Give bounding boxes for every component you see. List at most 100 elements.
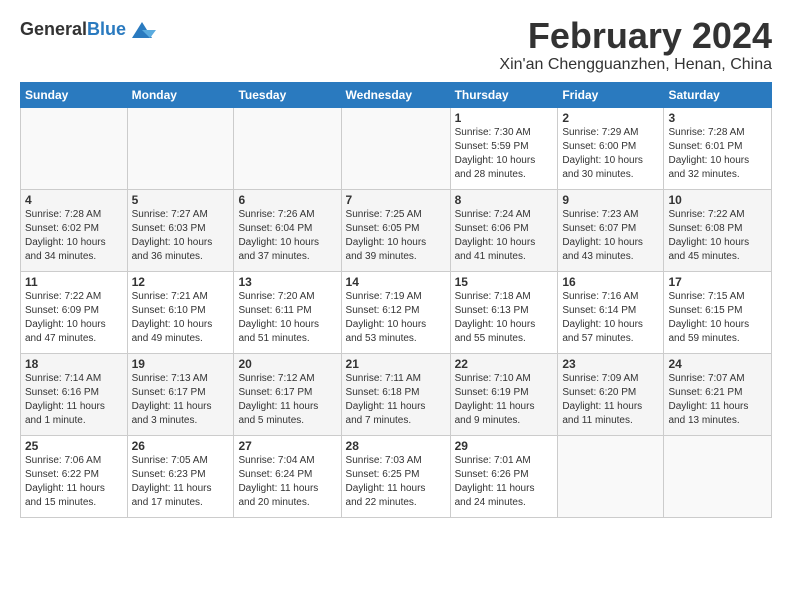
calendar-cell: 14Sunrise: 7:19 AMSunset: 6:12 PMDayligh… (341, 271, 450, 353)
weekday-header-thursday: Thursday (450, 82, 558, 107)
calendar-cell: 4Sunrise: 7:28 AMSunset: 6:02 PMDaylight… (21, 189, 128, 271)
calendar-cell: 23Sunrise: 7:09 AMSunset: 6:20 PMDayligh… (558, 353, 664, 435)
header: GeneralBlue February 2024 Xin'an Chenggu… (20, 16, 772, 74)
calendar-cell: 5Sunrise: 7:27 AMSunset: 6:03 PMDaylight… (127, 189, 234, 271)
day-number: 16 (562, 275, 659, 289)
calendar-cell: 15Sunrise: 7:18 AMSunset: 6:13 PMDayligh… (450, 271, 558, 353)
day-info: Sunrise: 7:20 AMSunset: 6:11 PMDaylight:… (238, 290, 336, 346)
weekday-header-saturday: Saturday (664, 82, 772, 107)
calendar-cell: 3Sunrise: 7:28 AMSunset: 6:01 PMDaylight… (664, 107, 772, 189)
day-info: Sunrise: 7:28 AMSunset: 6:01 PMDaylight:… (668, 126, 767, 182)
location-title: Xin'an Chengguanzhen, Henan, China (499, 56, 772, 74)
calendar-cell: 19Sunrise: 7:13 AMSunset: 6:17 PMDayligh… (127, 353, 234, 435)
day-info: Sunrise: 7:13 AMSunset: 6:17 PMDaylight:… (132, 372, 230, 428)
calendar-cell: 29Sunrise: 7:01 AMSunset: 6:26 PMDayligh… (450, 435, 558, 517)
calendar-cell: 18Sunrise: 7:14 AMSunset: 6:16 PMDayligh… (21, 353, 128, 435)
day-number: 13 (238, 275, 336, 289)
calendar-cell: 9Sunrise: 7:23 AMSunset: 6:07 PMDaylight… (558, 189, 664, 271)
day-info: Sunrise: 7:19 AMSunset: 6:12 PMDaylight:… (346, 290, 446, 346)
calendar-cell: 26Sunrise: 7:05 AMSunset: 6:23 PMDayligh… (127, 435, 234, 517)
day-info: Sunrise: 7:03 AMSunset: 6:25 PMDaylight:… (346, 454, 446, 510)
weekday-header-tuesday: Tuesday (234, 82, 341, 107)
day-number: 2 (562, 111, 659, 125)
day-info: Sunrise: 7:16 AMSunset: 6:14 PMDaylight:… (562, 290, 659, 346)
calendar-cell: 17Sunrise: 7:15 AMSunset: 6:15 PMDayligh… (664, 271, 772, 353)
day-number: 12 (132, 275, 230, 289)
day-info: Sunrise: 7:29 AMSunset: 6:00 PMDaylight:… (562, 126, 659, 182)
calendar-cell (558, 435, 664, 517)
day-info: Sunrise: 7:04 AMSunset: 6:24 PMDaylight:… (238, 454, 336, 510)
day-info: Sunrise: 7:07 AMSunset: 6:21 PMDaylight:… (668, 372, 767, 428)
logo-general-text: General (20, 19, 87, 39)
day-number: 21 (346, 357, 446, 371)
day-info: Sunrise: 7:06 AMSunset: 6:22 PMDaylight:… (25, 454, 123, 510)
calendar-cell: 7Sunrise: 7:25 AMSunset: 6:05 PMDaylight… (341, 189, 450, 271)
day-number: 7 (346, 193, 446, 207)
day-number: 15 (455, 275, 554, 289)
day-number: 19 (132, 357, 230, 371)
day-number: 17 (668, 275, 767, 289)
day-info: Sunrise: 7:30 AMSunset: 5:59 PMDaylight:… (455, 126, 554, 182)
calendar-cell: 27Sunrise: 7:04 AMSunset: 6:24 PMDayligh… (234, 435, 341, 517)
calendar-cell: 2Sunrise: 7:29 AMSunset: 6:00 PMDaylight… (558, 107, 664, 189)
day-number: 29 (455, 439, 554, 453)
calendar-cell: 13Sunrise: 7:20 AMSunset: 6:11 PMDayligh… (234, 271, 341, 353)
day-info: Sunrise: 7:05 AMSunset: 6:23 PMDaylight:… (132, 454, 230, 510)
calendar-cell (234, 107, 341, 189)
weekday-header-wednesday: Wednesday (341, 82, 450, 107)
calendar-cell: 22Sunrise: 7:10 AMSunset: 6:19 PMDayligh… (450, 353, 558, 435)
logo: GeneralBlue (20, 16, 156, 44)
day-info: Sunrise: 7:27 AMSunset: 6:03 PMDaylight:… (132, 208, 230, 264)
weekday-header-sunday: Sunday (21, 82, 128, 107)
day-info: Sunrise: 7:22 AMSunset: 6:08 PMDaylight:… (668, 208, 767, 264)
weekday-header-monday: Monday (127, 82, 234, 107)
title-block: February 2024 Xin'an Chengguanzhen, Hena… (499, 16, 772, 74)
day-number: 5 (132, 193, 230, 207)
day-number: 6 (238, 193, 336, 207)
day-number: 1 (455, 111, 554, 125)
day-number: 24 (668, 357, 767, 371)
calendar-cell: 10Sunrise: 7:22 AMSunset: 6:08 PMDayligh… (664, 189, 772, 271)
day-info: Sunrise: 7:14 AMSunset: 6:16 PMDaylight:… (25, 372, 123, 428)
day-info: Sunrise: 7:12 AMSunset: 6:17 PMDaylight:… (238, 372, 336, 428)
calendar-cell (21, 107, 128, 189)
calendar-cell: 16Sunrise: 7:16 AMSunset: 6:14 PMDayligh… (558, 271, 664, 353)
calendar-cell: 6Sunrise: 7:26 AMSunset: 6:04 PMDaylight… (234, 189, 341, 271)
day-number: 22 (455, 357, 554, 371)
day-info: Sunrise: 7:09 AMSunset: 6:20 PMDaylight:… (562, 372, 659, 428)
day-number: 4 (25, 193, 123, 207)
day-info: Sunrise: 7:21 AMSunset: 6:10 PMDaylight:… (132, 290, 230, 346)
day-number: 9 (562, 193, 659, 207)
page: GeneralBlue February 2024 Xin'an Chenggu… (0, 0, 792, 528)
day-info: Sunrise: 7:22 AMSunset: 6:09 PMDaylight:… (25, 290, 123, 346)
calendar-table: SundayMondayTuesdayWednesdayThursdayFrid… (20, 82, 772, 518)
day-number: 23 (562, 357, 659, 371)
calendar-cell (664, 435, 772, 517)
month-title: February 2024 (499, 16, 772, 56)
day-info: Sunrise: 7:25 AMSunset: 6:05 PMDaylight:… (346, 208, 446, 264)
day-info: Sunrise: 7:15 AMSunset: 6:15 PMDaylight:… (668, 290, 767, 346)
logo-blue-text: Blue (87, 19, 126, 39)
calendar-cell: 11Sunrise: 7:22 AMSunset: 6:09 PMDayligh… (21, 271, 128, 353)
calendar-cell: 24Sunrise: 7:07 AMSunset: 6:21 PMDayligh… (664, 353, 772, 435)
day-info: Sunrise: 7:10 AMSunset: 6:19 PMDaylight:… (455, 372, 554, 428)
calendar-cell (341, 107, 450, 189)
calendar-cell (127, 107, 234, 189)
day-info: Sunrise: 7:26 AMSunset: 6:04 PMDaylight:… (238, 208, 336, 264)
calendar-cell: 25Sunrise: 7:06 AMSunset: 6:22 PMDayligh… (21, 435, 128, 517)
day-info: Sunrise: 7:24 AMSunset: 6:06 PMDaylight:… (455, 208, 554, 264)
day-number: 14 (346, 275, 446, 289)
calendar-cell: 8Sunrise: 7:24 AMSunset: 6:06 PMDaylight… (450, 189, 558, 271)
day-info: Sunrise: 7:01 AMSunset: 6:26 PMDaylight:… (455, 454, 554, 510)
day-number: 11 (25, 275, 123, 289)
calendar-cell: 28Sunrise: 7:03 AMSunset: 6:25 PMDayligh… (341, 435, 450, 517)
day-info: Sunrise: 7:18 AMSunset: 6:13 PMDaylight:… (455, 290, 554, 346)
day-number: 25 (25, 439, 123, 453)
day-info: Sunrise: 7:11 AMSunset: 6:18 PMDaylight:… (346, 372, 446, 428)
day-number: 28 (346, 439, 446, 453)
calendar-cell: 1Sunrise: 7:30 AMSunset: 5:59 PMDaylight… (450, 107, 558, 189)
day-number: 8 (455, 193, 554, 207)
day-info: Sunrise: 7:28 AMSunset: 6:02 PMDaylight:… (25, 208, 123, 264)
weekday-header-friday: Friday (558, 82, 664, 107)
day-info: Sunrise: 7:23 AMSunset: 6:07 PMDaylight:… (562, 208, 659, 264)
